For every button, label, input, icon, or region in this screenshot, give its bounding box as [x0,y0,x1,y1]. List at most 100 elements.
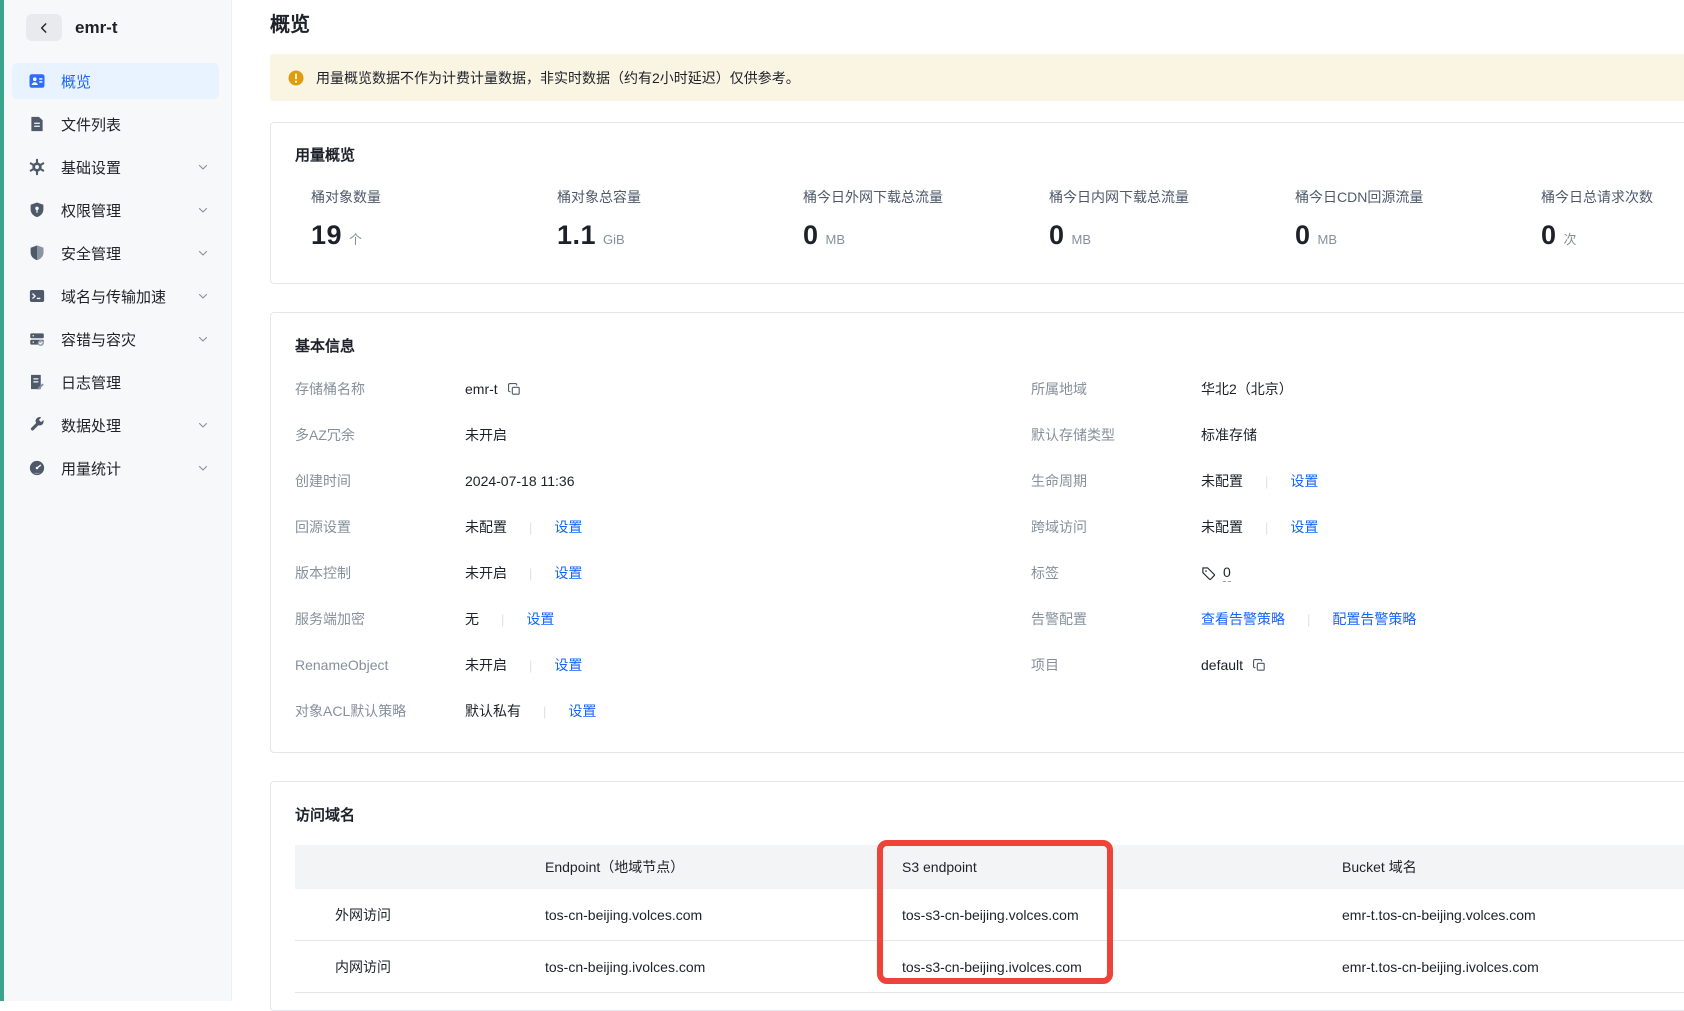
sidebar-item-domain-acceleration[interactable]: 域名与传输加速 [12,278,219,314]
info-value: 2024-07-18 11:36 [465,473,575,489]
sidebar-item-overview[interactable]: 概览 [12,63,219,99]
configure-alarm-policy-link[interactable]: 配置告警策略 [1332,609,1416,629]
info-row-origin-settings: 回源设置 未配置|设置 [295,504,1031,550]
settings-link[interactable]: 设置 [554,563,582,583]
s3-endpoint-value: tos-s3-cn-beijing.ivolces.com [902,959,1342,975]
sidebar-item-usage-stats[interactable]: 用量统计 [12,450,219,486]
sidebar-item-security[interactable]: 安全管理 [12,235,219,271]
info-value: 无 [465,609,479,629]
header-endpoint: Endpoint（地域节点） [545,857,902,877]
tag-icon [1201,566,1216,581]
info-row-tags: 标签 0 [1031,550,1684,596]
stat-value: 0 [803,220,819,251]
info-row-lifecycle: 生命周期 未配置|设置 [1031,458,1684,504]
access-domains-card: 访问域名 Endpoint（地域节点） S3 endpoint Bucket 域… [270,781,1684,1011]
bucket-domain-value: emr-t.tos-cn-beijing.ivolces.com [1342,959,1684,975]
terminal-icon [28,287,46,305]
sidebar: emr-t 概览 文件列表 基础设置 [0,0,232,1001]
chevron-down-icon [197,204,209,216]
usage-overview-card: 用量概览 桶对象数量 19个 桶对象总容量 1.1GiB 桶今日外网下载总流量 … [270,122,1684,284]
chevron-down-icon [197,161,209,173]
wrench-icon [28,416,46,434]
settings-link[interactable]: 设置 [526,609,554,629]
stat-label: 桶今日总请求次数 [1541,187,1684,207]
bucket-title: emr-t [75,18,118,38]
info-label: 告警配置 [1031,609,1201,629]
info-label: 创建时间 [295,471,465,491]
row-label: 外网访问 [295,905,545,925]
permission-shield-icon [28,201,46,219]
basic-info-title: 基本信息 [295,335,1684,356]
back-button[interactable] [26,14,62,41]
sidebar-accent-strip [0,0,4,1001]
settings-link[interactable]: 设置 [1290,471,1318,491]
chevron-left-icon [37,21,51,35]
info-row-multi-az: 多AZ冗余 未开启 [295,412,1031,458]
sidebar-item-label: 域名与传输加速 [61,286,166,307]
sidebar-item-label: 权限管理 [61,200,121,221]
endpoint-value: tos-cn-beijing.volces.com [545,907,902,923]
chevron-down-icon [197,290,209,302]
sidebar-item-permission[interactable]: 权限管理 [12,192,219,228]
stat-cdn-origin: 桶今日CDN回源流量 0MB [1279,187,1525,251]
security-shield-icon [28,244,46,262]
settings-link[interactable]: 设置 [554,655,582,675]
divider: | [543,704,546,719]
info-label: 多AZ冗余 [295,425,465,445]
info-label: 对象ACL默认策略 [295,701,465,721]
sidebar-item-fault-tolerance[interactable]: 容错与容灾 [12,321,219,357]
stat-value: 0 [1049,220,1065,251]
info-label: 回源设置 [295,517,465,537]
usage-stats-row: 桶对象数量 19个 桶对象总容量 1.1GiB 桶今日外网下载总流量 0MB 桶… [295,187,1684,251]
divider: | [529,566,532,581]
sidebar-menu: 概览 文件列表 基础设置 权限管理 [0,63,231,486]
overview-icon [28,72,46,90]
sidebar-item-basic-settings[interactable]: 基础设置 [12,149,219,185]
table-row-external: 外网访问 tos-cn-beijing.volces.com tos-s3-cn… [295,889,1684,941]
info-label: 生命周期 [1031,471,1201,491]
copy-icon[interactable] [1252,658,1267,673]
info-label: 项目 [1031,655,1201,675]
divider: | [529,658,532,673]
info-value: 标准存储 [1201,425,1257,445]
settings-link[interactable]: 设置 [1290,517,1318,537]
divider: | [501,612,504,627]
warning-banner-text: 用量概览数据不作为计费计量数据，非实时数据（约有2小时延迟）仅供参考。 [316,68,800,88]
sidebar-item-log-management[interactable]: 日志管理 [12,364,219,400]
sidebar-item-label: 日志管理 [61,372,121,393]
table-row-internal: 内网访问 tos-cn-beijing.ivolces.com tos-s3-c… [295,941,1684,993]
info-label: 跨域访问 [1031,517,1201,537]
info-label: 标签 [1031,563,1201,583]
view-alarm-policy-link[interactable]: 查看告警策略 [1201,609,1285,629]
project-value: default [1201,657,1243,673]
stat-label: 桶对象数量 [311,187,541,207]
sidebar-item-data-processing[interactable]: 数据处理 [12,407,219,443]
info-label: 服务端加密 [295,609,465,629]
tag-count[interactable]: 0 [1223,564,1231,582]
stat-external-download: 桶今日外网下载总流量 0MB [787,187,1033,251]
s3-endpoint-value: tos-s3-cn-beijing.volces.com [902,907,1342,923]
basic-info-right-column: 所属地域 华北2（北京） 默认存储类型 标准存储 生命周期 未配置|设置 跨域访… [1031,366,1684,734]
settings-link[interactable]: 设置 [554,517,582,537]
chevron-down-icon [197,462,209,474]
stat-internal-download: 桶今日内网下载总流量 0MB [1033,187,1279,251]
stat-value: 1.1 [557,220,596,251]
info-row-cors: 跨域访问 未配置|设置 [1031,504,1684,550]
copy-icon[interactable] [507,382,522,397]
info-label: RenameObject [295,657,465,673]
info-value: 默认私有 [465,701,521,721]
info-row-versioning: 版本控制 未开启|设置 [295,550,1031,596]
info-value: 未配置 [1201,471,1243,491]
sidebar-item-label: 数据处理 [61,415,121,436]
access-domains-title: 访问域名 [295,804,1684,825]
info-label: 存储桶名称 [295,379,465,399]
info-value: 未开启 [465,563,507,583]
stat-value: 0 [1541,220,1557,251]
stat-unit: 个 [349,229,362,248]
info-row-rename-object: RenameObject 未开启|设置 [295,642,1031,688]
settings-link[interactable]: 设置 [568,701,596,721]
info-row-acl-policy: 对象ACL默认策略 默认私有 | 设置 [295,688,1031,734]
stat-unit: MB [1318,232,1338,247]
sidebar-item-file-list[interactable]: 文件列表 [12,106,219,142]
info-row-create-time: 创建时间 2024-07-18 11:36 [295,458,1031,504]
